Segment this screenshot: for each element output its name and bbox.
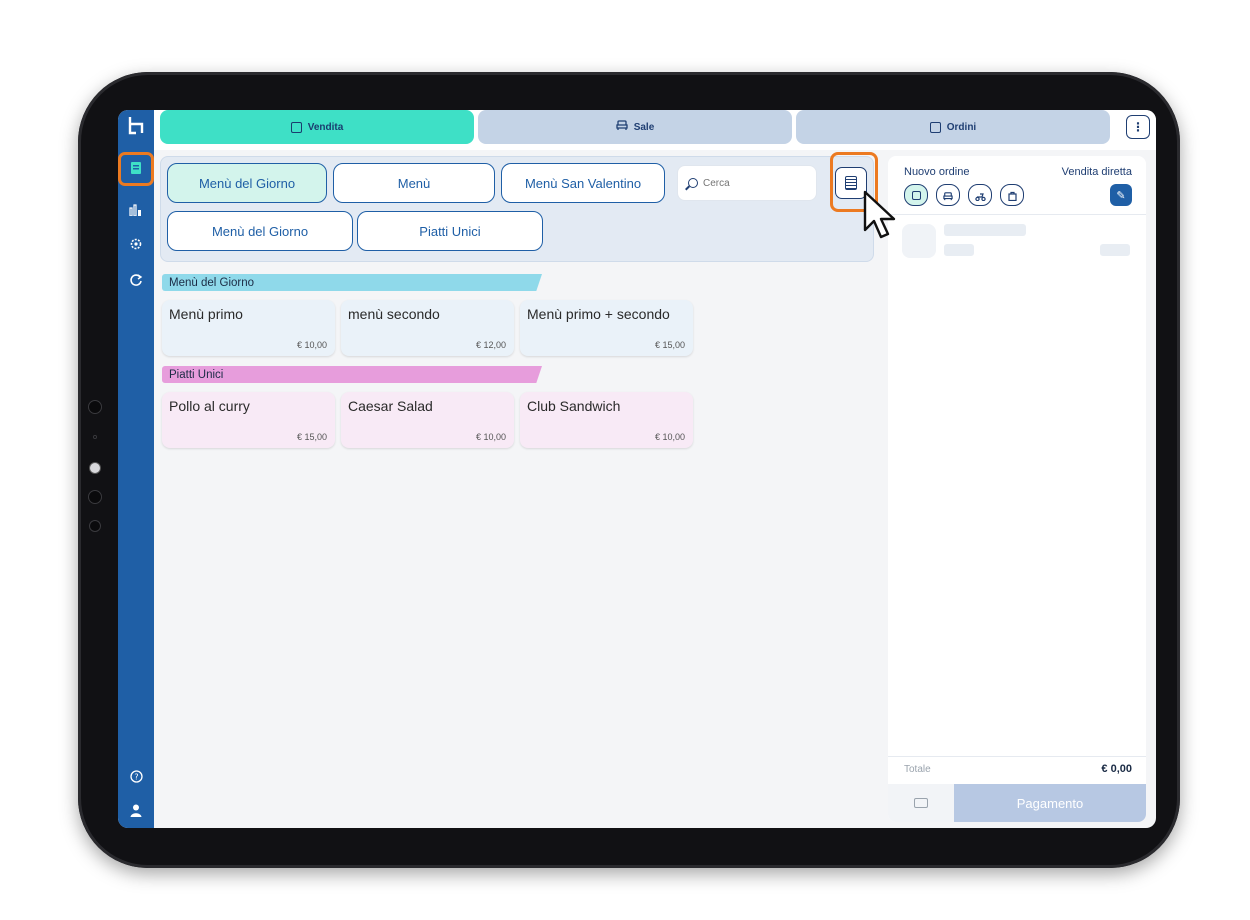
product-name: Menù primo + secondo [527, 306, 670, 322]
divider [888, 756, 1146, 757]
tab-ordini[interactable]: Ordini [796, 110, 1110, 144]
section-title: Piatti Unici [169, 368, 224, 381]
category-label: Menù [397, 175, 431, 191]
tab-label: Sale [633, 121, 655, 133]
rail-highlight-box [118, 152, 154, 186]
help-icon[interactable]: ? [124, 764, 148, 788]
sensor-dot [93, 435, 97, 439]
category-label: Piatti Unici [419, 223, 481, 239]
menu-book-icon [911, 190, 921, 200]
more-options-button[interactable]: ⋮ [1126, 115, 1150, 139]
product-price: € 15,00 [654, 340, 685, 350]
bar-chart-icon[interactable] [124, 198, 148, 222]
pencil-icon: ✎ [1116, 188, 1126, 202]
search-input[interactable] [703, 177, 813, 189]
product-card[interactable]: Pollo al curry € 15,00 [162, 392, 335, 448]
product-price: € 15,00 [296, 432, 327, 442]
product-name: Menù primo [169, 306, 243, 322]
product-name: menù secondo [348, 306, 440, 322]
order-title: Nuovo ordine [904, 166, 970, 178]
section-header: Menù del Giorno [162, 274, 542, 291]
tab-label: Ordini [946, 121, 977, 133]
delivery-icon [974, 186, 986, 205]
takeaway-bag-icon [1007, 186, 1017, 205]
product-name: Club Sandwich [527, 398, 621, 414]
product-card[interactable]: Menù primo € 10,00 [162, 300, 335, 356]
menu-book-icon [290, 121, 302, 133]
mouse-cursor-icon [863, 190, 896, 239]
armchair-icon [943, 186, 953, 205]
order-panel: Nuovo ordine Vendita diretta ✎ Totale € … [888, 156, 1146, 822]
product-name: Caesar Salad [348, 398, 433, 414]
logo-icon[interactable] [124, 114, 148, 138]
tab-label: Vendita [307, 121, 344, 133]
product-name: Pollo al curry [169, 398, 250, 414]
order-type-menu[interactable] [904, 184, 928, 206]
total-value: € 0,00 [1101, 763, 1132, 775]
payment-label: Pagamento [1016, 795, 1084, 811]
category-menu-san-valentino[interactable]: Menù San Valentino [501, 163, 665, 203]
svg-text:?: ? [134, 772, 138, 781]
loading-line-placeholder [1100, 244, 1130, 256]
sidebar-rail: ? [118, 110, 154, 828]
category-menu[interactable]: Menù [333, 163, 495, 203]
settings-icon[interactable] [124, 232, 148, 256]
refresh-icon[interactable] [124, 268, 148, 292]
card-payment-button[interactable] [888, 784, 954, 822]
subcategory-piatti-unici[interactable]: Piatti Unici [357, 211, 543, 251]
category-label: Menù San Valentino [524, 175, 642, 191]
armchair-icon [616, 120, 628, 134]
credit-card-icon [914, 798, 928, 808]
divider [888, 214, 1146, 215]
product-price: € 10,00 [475, 432, 506, 442]
edit-order-button[interactable]: ✎ [1110, 184, 1132, 206]
category-panel: Menù del Giorno Menù Menù San Valentino … [160, 156, 874, 262]
loading-line-placeholder [944, 244, 974, 256]
tab-vendita[interactable]: Vendita [160, 110, 474, 144]
camera-dot [89, 520, 101, 532]
product-price: € 10,00 [654, 432, 685, 442]
order-type-takeaway[interactable] [1000, 184, 1024, 206]
product-price: € 12,00 [475, 340, 506, 350]
category-menu-del-giorno[interactable]: Menù del Giorno [167, 163, 327, 203]
lens-icon [89, 462, 101, 474]
loading-avatar-placeholder [902, 224, 936, 258]
order-type-table[interactable] [936, 184, 960, 206]
product-card[interactable]: Caesar Salad € 10,00 [341, 392, 514, 448]
total-label: Totale [904, 764, 931, 775]
section-header: Piatti Unici [162, 366, 542, 383]
product-card[interactable]: menù secondo € 12,00 [341, 300, 514, 356]
top-tab-bar: Vendita Sale Ordini ⋮ [154, 110, 1156, 150]
tab-sale[interactable]: Sale [478, 110, 792, 144]
camera-dot [88, 490, 102, 504]
order-mode[interactable]: Vendita diretta [1062, 166, 1132, 178]
user-icon[interactable] [124, 798, 148, 822]
app-screen: ? Vendita Sale Ordini ⋮ Menù del Giorno [118, 110, 1156, 828]
search-box[interactable] [677, 165, 817, 201]
payment-button[interactable]: Pagamento [954, 784, 1146, 822]
product-card[interactable]: Menù primo + secondo € 15,00 [520, 300, 693, 356]
product-price: € 10,00 [296, 340, 327, 350]
order-type-delivery[interactable] [968, 184, 992, 206]
category-label: Menù del Giorno [211, 223, 309, 239]
camera-dot [88, 400, 102, 414]
category-label: Menù del Giorno [198, 175, 296, 191]
search-icon [688, 178, 698, 188]
subcategory-menu-del-giorno[interactable]: Menù del Giorno [167, 211, 353, 251]
section-title: Menù del Giorno [169, 276, 255, 289]
kebab-menu-icon: ⋮ [1132, 120, 1144, 134]
receipt-icon [929, 121, 941, 133]
product-card[interactable]: Club Sandwich € 10,00 [520, 392, 693, 448]
loading-line-placeholder [944, 224, 1026, 236]
